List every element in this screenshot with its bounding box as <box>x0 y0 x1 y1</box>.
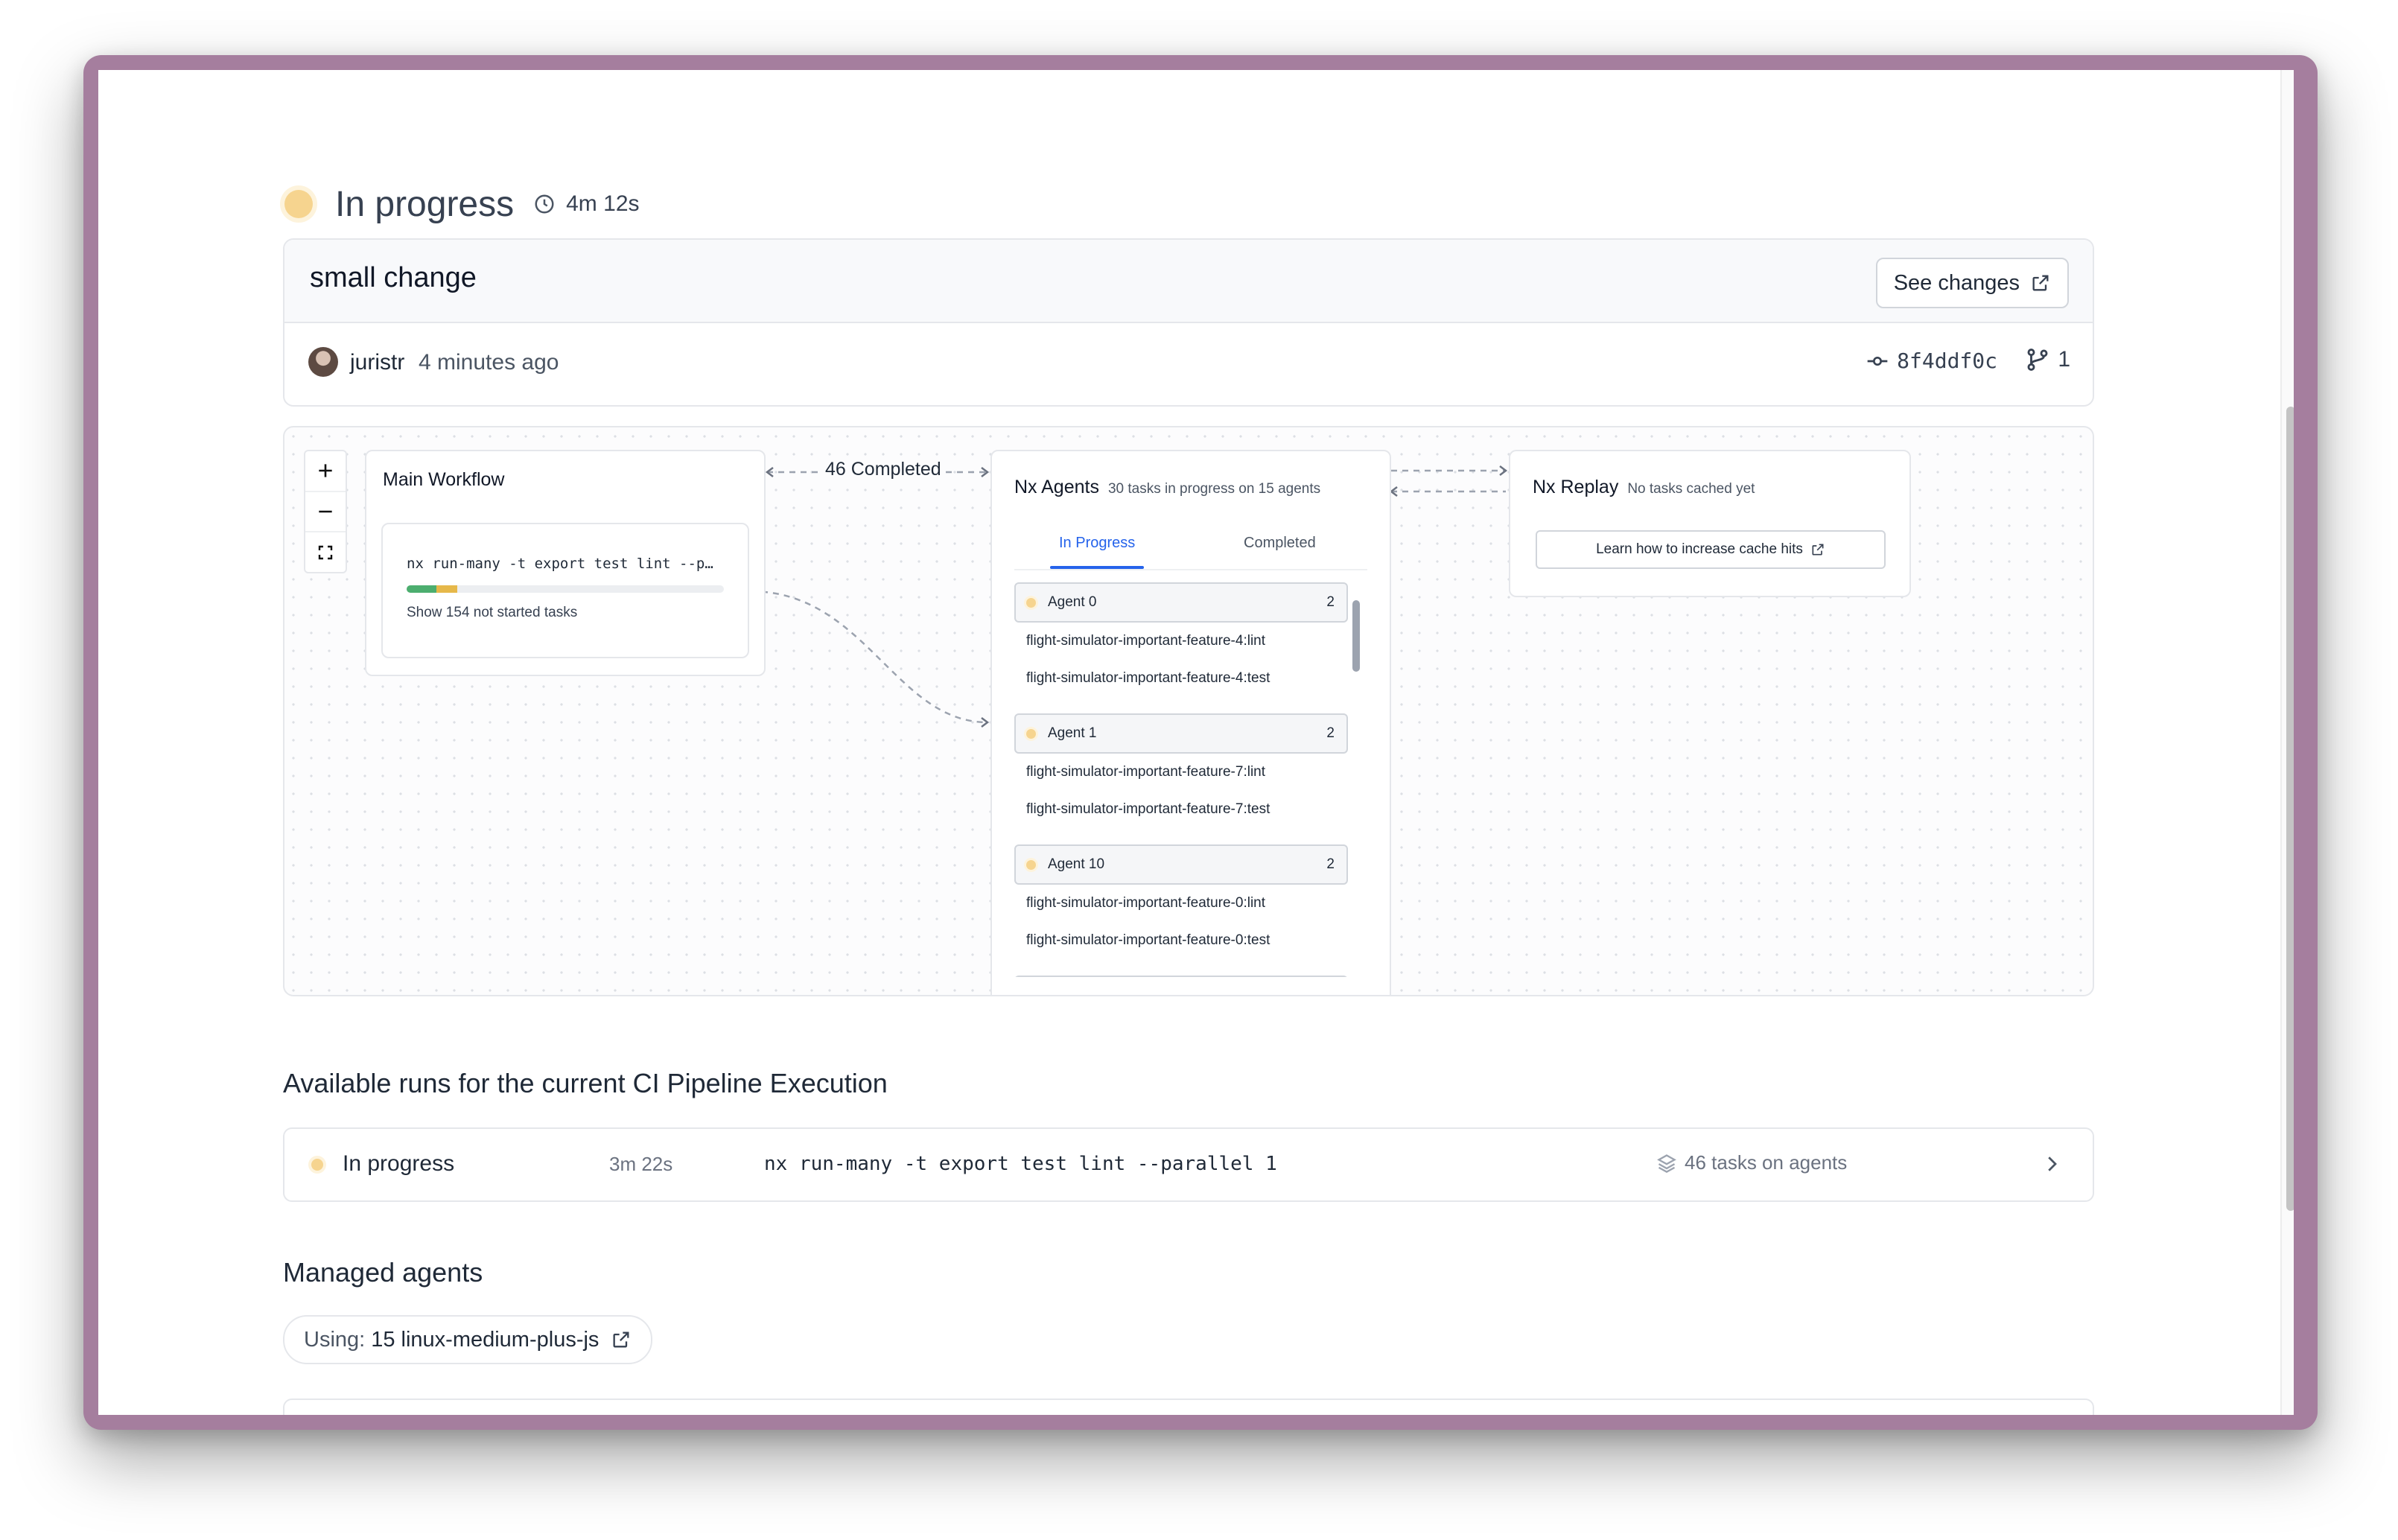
run-command: nx run-many -t export test lint --parall… <box>764 1153 1277 1175</box>
agent-status-dot <box>1026 728 1036 739</box>
active-tab-indicator <box>1050 566 1144 569</box>
task-item[interactable]: flight-simulator-important-feature-0:lin… <box>1014 885 1348 922</box>
git-branch-icon <box>2027 349 2048 371</box>
task-item[interactable]: flight-simulator-important-feature-7:lin… <box>1014 754 1348 791</box>
agent-group: Agent 10 2 flight-simulator-important-fe… <box>1014 844 1348 959</box>
nx-agents-node: Nx Agents 30 tasks in progress on 15 age… <box>990 450 1391 995</box>
agent-name: Agent 10 <box>1048 856 1105 872</box>
using-label: Using: <box>304 1327 366 1352</box>
command-text: nx run-many -t export test lint --p… <box>407 556 713 572</box>
nx-agents-header: Nx Agents 30 tasks in progress on 15 age… <box>1014 477 1320 498</box>
agent-row[interactable]: Agent 0 2 <box>1014 582 1348 623</box>
agent-row-partial[interactable] <box>1014 976 1348 977</box>
agent-tabs: In Progress Completed <box>1014 526 1367 570</box>
tab-in-progress[interactable]: In Progress <box>1059 535 1135 552</box>
task-item[interactable]: flight-simulator-important-feature-4:tes… <box>1014 660 1348 697</box>
runs-section-title: Available runs for the current CI Pipeli… <box>283 1068 888 1098</box>
external-link-icon <box>613 1331 629 1348</box>
nx-agents-title: Nx Agents <box>1014 477 1099 497</box>
run-status-dot <box>311 1159 323 1171</box>
nx-replay-title: Nx Replay <box>1533 477 1619 497</box>
agent-task-count: 2 <box>1326 725 1335 741</box>
external-link-icon <box>2032 275 2049 291</box>
branch-count: 1 <box>2058 347 2070 372</box>
agent-row[interactable]: Agent 1 2 <box>1014 713 1348 754</box>
run-tasks: 46 tasks on agents <box>1656 1151 1847 1174</box>
commit-card: small change See changes juristr 4 minut… <box>283 238 2094 407</box>
see-changes-button[interactable]: See changes <box>1875 258 2069 308</box>
command-card[interactable]: nx run-many -t export test lint --p… Sho… <box>381 523 749 658</box>
run-row[interactable]: In progress 3m 22s nx run-many -t export… <box>283 1127 2094 1202</box>
plus-icon <box>319 464 332 477</box>
agent-group: Agent 1 2 flight-simulator-important-fea… <box>1014 713 1348 828</box>
nx-replay-node: Nx Replay No tasks cached yet Learn how … <box>1509 450 1911 597</box>
zoom-out-button[interactable] <box>305 492 346 533</box>
page-title: In progress <box>335 184 515 224</box>
external-link-icon <box>1812 544 1824 556</box>
main-workflow-title: Main Workflow <box>383 469 505 490</box>
avatar[interactable] <box>308 347 338 377</box>
agent-list[interactable]: Agent 0 2 flight-simulator-important-fea… <box>1014 582 1348 977</box>
nx-replay-header: Nx Replay No tasks cached yet <box>1533 477 1755 498</box>
see-changes-label: See changes <box>1893 270 2020 295</box>
agent-task-count: 2 <box>1326 856 1335 872</box>
clock-icon <box>535 194 554 214</box>
layers-icon <box>1657 1154 1676 1173</box>
agent-config-link[interactable]: Using: 15 linux-medium-plus-js <box>283 1315 653 1364</box>
chevron-right-icon[interactable] <box>2041 1153 2063 1175</box>
run-duration: 3m 22s <box>609 1153 673 1175</box>
agent-row[interactable]: Agent 10 2 <box>1014 844 1348 885</box>
cache-hits-button[interactable]: Learn how to increase cache hits <box>1536 530 1886 569</box>
zoom-controls <box>304 450 347 573</box>
nx-replay-subtitle: No tasks cached yet <box>1627 481 1755 497</box>
progress-in-progress <box>436 585 458 593</box>
progress-bar <box>407 585 724 593</box>
commit-header: small change See changes <box>284 240 2093 323</box>
nx-agents-subtitle: 30 tasks in progress on 15 agents <box>1107 481 1321 497</box>
commit-title: small change <box>310 262 477 293</box>
agent-name: Agent 0 <box>1048 594 1097 610</box>
task-item[interactable]: flight-simulator-important-feature-4:lin… <box>1014 623 1348 660</box>
branch-indicator[interactable]: 1 <box>2025 347 2070 372</box>
minus-icon <box>319 510 332 513</box>
agent-status-dot <box>1026 597 1036 608</box>
commit-meta: juristr 4 minutes ago 8f4ddf0c 1 <box>284 323 2093 405</box>
status-dot <box>284 190 313 218</box>
agent-group: Agent 0 2 flight-simulator-important-fea… <box>1014 582 1348 697</box>
run-status: In progress <box>343 1151 455 1176</box>
workflow-graph[interactable]: 46 Completed Main Workflow nx run-many -… <box>283 426 2094 996</box>
window-frame: In progress 4m 12s small change See chan… <box>83 55 2318 1430</box>
managed-agents-title: Managed agents <box>283 1257 483 1288</box>
agent-status-dot <box>1026 859 1036 870</box>
agents-table-card <box>283 1399 2094 1415</box>
task-item[interactable]: flight-simulator-important-feature-7:tes… <box>1014 791 1348 828</box>
commit-sha[interactable]: 8f4ddf0c <box>1866 349 1997 373</box>
page-scrollbar[interactable] <box>2280 70 2294 1415</box>
show-not-started-link[interactable]: Show 154 not started tasks <box>407 605 577 621</box>
agent-list-scrollbar[interactable] <box>1352 600 1360 672</box>
zoom-in-button[interactable] <box>305 451 346 492</box>
author-name[interactable]: juristr <box>350 350 404 375</box>
task-item[interactable]: flight-simulator-important-feature-0:tes… <box>1014 922 1348 959</box>
run-tasks-label: 46 tasks on agents <box>1685 1151 1848 1174</box>
using-value: 15 linux-medium-plus-js <box>371 1327 600 1352</box>
agent-task-count: 2 <box>1326 594 1335 610</box>
fullscreen-icon <box>318 545 333 559</box>
cache-hits-label: Learn how to increase cache hits <box>1596 541 1803 557</box>
tab-completed[interactable]: Completed <box>1244 535 1316 552</box>
page-scrollbar-thumb[interactable] <box>2286 407 2294 1211</box>
duration-label: 4m 12s <box>566 191 640 216</box>
sha-text: 8f4ddf0c <box>1897 349 1997 373</box>
commit-time: 4 minutes ago <box>419 350 559 375</box>
page-viewport: In progress 4m 12s small change See chan… <box>98 70 2294 1415</box>
page-header: In progress 4m 12s <box>284 167 640 241</box>
commit-icon <box>1867 356 1888 366</box>
main-workflow-node[interactable]: Main Workflow nx run-many -t export test… <box>365 450 766 676</box>
agent-name: Agent 1 <box>1048 725 1097 741</box>
progress-completed <box>407 585 437 593</box>
fit-view-button[interactable] <box>305 532 346 572</box>
edge-label-completed: 46 Completed <box>821 459 946 480</box>
